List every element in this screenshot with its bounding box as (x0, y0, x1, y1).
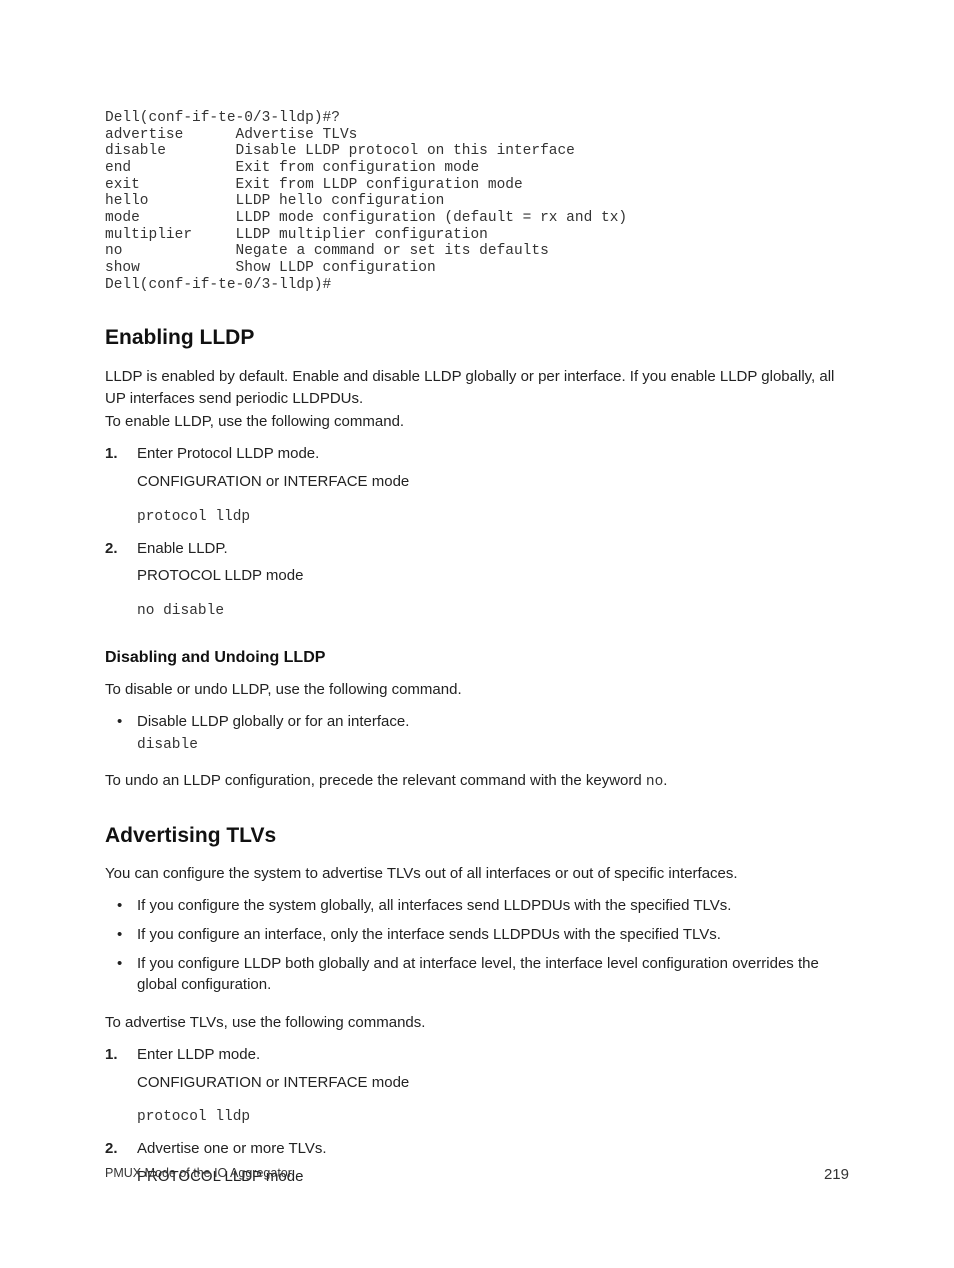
cli-cmd: mode (105, 210, 236, 226)
cli-cmd: show (105, 260, 236, 276)
cli-prompt-open: Dell(conf-if-te-0/3-lldp)#? (105, 110, 340, 126)
cli-prompt-close: Dell(conf-if-te-0/3-lldp)# (105, 277, 331, 293)
step-code: no disable (137, 601, 849, 622)
step-mode: PROTOCOL LLDP mode (137, 565, 849, 587)
disable-undo-line: To undo an LLDP configuration, precede t… (105, 770, 849, 793)
enable-intro-2: To enable LLDP, use the following comman… (105, 411, 849, 433)
cli-cmd: no (105, 243, 236, 259)
cli-cmd: disable (105, 143, 236, 159)
cli-desc: Negate a command or set its defaults (236, 243, 549, 259)
disable-intro: To disable or undo LLDP, use the followi… (105, 679, 849, 701)
cli-cmd: multiplier (105, 227, 236, 243)
disable-bullets: Disable LLDP globally or for an interfac… (105, 711, 849, 756)
disable-bullet: Disable LLDP globally or for an interfac… (105, 711, 849, 756)
cli-desc: LLDP mode configuration (default = rx an… (236, 210, 628, 226)
step-code: protocol lldp (137, 1107, 849, 1128)
page-footer: PMUX Mode of the IO Aggregator 219 (105, 1164, 849, 1186)
step-mode: CONFIGURATION or INTERFACE mode (137, 471, 849, 493)
adv-step-1: 1. Enter LLDP mode. CONFIGURATION or INT… (105, 1044, 849, 1129)
step-mode: CONFIGURATION or INTERFACE mode (137, 1072, 849, 1094)
cli-desc: LLDP multiplier configuration (236, 227, 488, 243)
cli-desc: Disable LLDP protocol on this interface (236, 143, 575, 159)
heading-advertising-tlvs: Advertising TLVs (105, 821, 849, 851)
cli-desc: Exit from LLDP configuration mode (236, 177, 523, 193)
step-text: Enter Protocol LLDP mode. (137, 443, 849, 465)
cli-row: disable Disable LLDP protocol on this in… (105, 143, 575, 159)
footer-page-number: 219 (824, 1164, 849, 1186)
disable-bullet-code: disable (137, 735, 849, 756)
cli-desc: Show LLDP configuration (236, 260, 436, 276)
cli-cmd: end (105, 160, 236, 176)
disable-undo-pre: To undo an LLDP configuration, precede t… (105, 772, 646, 789)
enable-steps: 1. Enter Protocol LLDP mode. CONFIGURATI… (105, 443, 849, 622)
step-text: Advertise one or more TLVs. (137, 1138, 849, 1160)
disable-undo-post: . (663, 772, 667, 789)
step-text: Enable LLDP. (137, 538, 849, 560)
step-code: protocol lldp (137, 507, 849, 528)
disable-undo-code: no (646, 774, 663, 790)
cli-cmd: hello (105, 193, 236, 209)
step-number: 1. (105, 443, 118, 465)
cli-row: exit Exit from LLDP configuration mode (105, 177, 523, 193)
adv-bullet-3: If you configure LLDP both globally and … (105, 953, 849, 997)
cli-row: show Show LLDP configuration (105, 260, 436, 276)
step-number: 2. (105, 538, 118, 560)
cli-output-block: Dell(conf-if-te-0/3-lldp)#? advertise Ad… (105, 110, 849, 293)
step-text: Enter LLDP mode. (137, 1044, 849, 1066)
step-number: 1. (105, 1044, 118, 1066)
disable-bullet-text: Disable LLDP globally or for an interfac… (137, 711, 849, 733)
step-number: 2. (105, 1138, 118, 1160)
cli-cmd: advertise (105, 127, 236, 143)
cli-row: hello LLDP hello configuration (105, 193, 444, 209)
document-page: Dell(conf-if-te-0/3-lldp)#? advertise Ad… (0, 0, 954, 1268)
footer-section-title: PMUX Mode of the IO Aggregator (105, 1166, 292, 1180)
adv-bullets: If you configure the system globally, al… (105, 895, 849, 996)
cli-row: mode LLDP mode configuration (default = … (105, 210, 627, 226)
enable-step-2: 2. Enable LLDP. PROTOCOL LLDP mode no di… (105, 538, 849, 623)
cli-desc: LLDP hello configuration (236, 193, 445, 209)
enable-step-1: 1. Enter Protocol LLDP mode. CONFIGURATI… (105, 443, 849, 528)
adv-intro: You can configure the system to advertis… (105, 863, 849, 885)
adv-cmdline: To advertise TLVs, use the following com… (105, 1012, 849, 1034)
cli-cmd: exit (105, 177, 236, 193)
adv-bullet-2: If you configure an interface, only the … (105, 924, 849, 946)
cli-row: end Exit from configuration mode (105, 160, 479, 176)
heading-disabling-lldp: Disabling and Undoing LLDP (105, 646, 849, 669)
cli-desc: Advertise TLVs (236, 127, 358, 143)
cli-row: no Negate a command or set its defaults (105, 243, 549, 259)
heading-enabling-lldp: Enabling LLDP (105, 323, 849, 353)
cli-row: multiplier LLDP multiplier configuration (105, 227, 488, 243)
cli-row: advertise Advertise TLVs (105, 127, 357, 143)
enable-intro-1: LLDP is enabled by default. Enable and d… (105, 366, 849, 410)
cli-desc: Exit from configuration mode (236, 160, 480, 176)
adv-bullet-1: If you configure the system globally, al… (105, 895, 849, 917)
